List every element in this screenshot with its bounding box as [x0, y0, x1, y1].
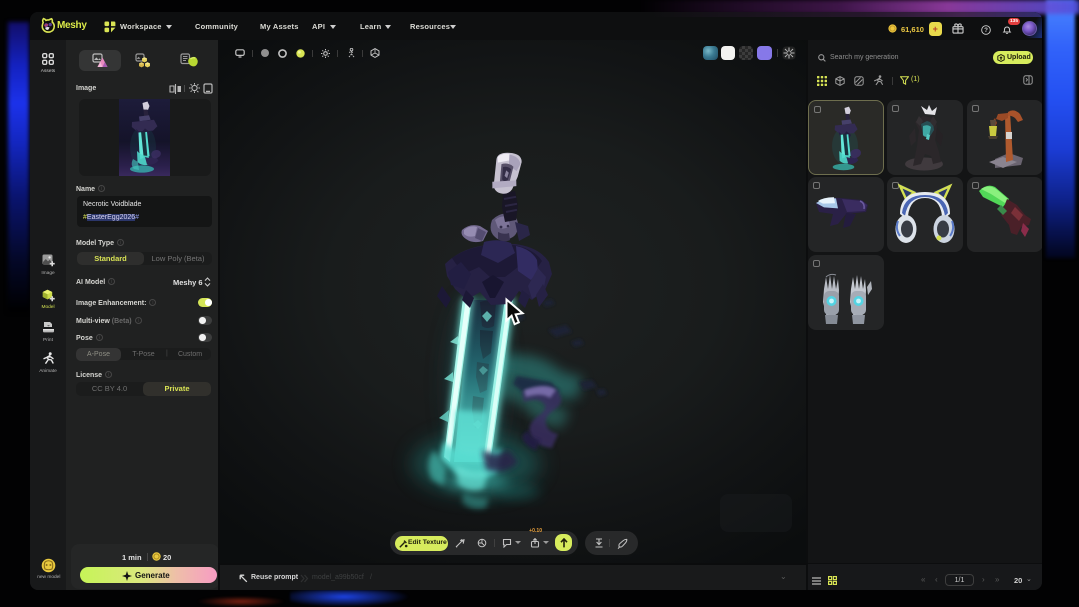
svg-text:?: ? — [984, 27, 988, 34]
